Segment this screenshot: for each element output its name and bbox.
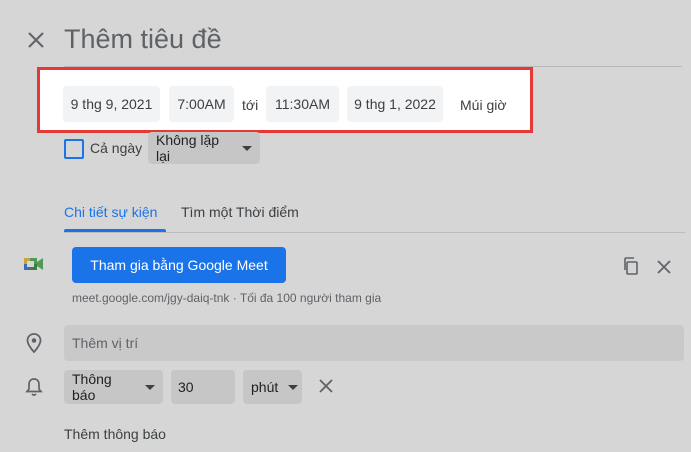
notification-unit-value: phút <box>251 379 279 395</box>
notification-type-dropdown[interactable]: Thông báo <box>64 370 163 404</box>
start-time-chip[interactable]: 7:00AM <box>169 86 234 122</box>
close-button[interactable] <box>22 26 50 54</box>
start-date-chip[interactable]: 9 thg 9, 2021 <box>63 86 160 122</box>
google-meet-icon <box>24 258 43 270</box>
all-day-checkbox[interactable] <box>64 139 84 159</box>
chevron-down-icon <box>242 145 252 151</box>
close-icon <box>28 32 44 48</box>
remove-meet-icon[interactable] <box>656 259 672 275</box>
bell-icon <box>25 378 43 396</box>
join-google-meet-button[interactable]: Tham gia bằng Google Meet <box>72 247 286 283</box>
chevron-down-icon <box>288 384 299 390</box>
all-day-label: Cả ngày <box>90 140 143 156</box>
add-notification-link[interactable]: Thêm thông báo <box>64 426 166 442</box>
end-time-chip[interactable]: 11:30AM <box>266 86 339 122</box>
repeat-dropdown[interactable]: Không lặp lại <box>148 132 260 164</box>
event-title-input[interactable]: Thêm tiêu đề <box>64 24 222 55</box>
end-date-chip[interactable]: 9 thg 1, 2022 <box>347 86 443 122</box>
timezone-link[interactable]: Múi giờ <box>460 97 507 113</box>
location-input[interactable]: Thêm vị trí <box>64 325 684 361</box>
tab-find-time[interactable]: Tìm một Thời điểm <box>181 204 299 220</box>
notification-amount-input[interactable]: 30 <box>171 370 235 404</box>
chevron-down-icon <box>145 384 155 390</box>
tab-event-details[interactable]: Chi tiết sự kiện <box>64 204 157 220</box>
repeat-value: Không lặp lại <box>156 132 220 164</box>
meet-link-text: meet.google.com/jgy-daiq-tnk · Tối đa 10… <box>72 291 382 305</box>
tab-divider <box>64 232 685 233</box>
remove-notification-icon[interactable] <box>318 378 334 394</box>
copy-icon[interactable] <box>622 257 640 275</box>
notification-unit-dropdown[interactable]: phút <box>243 370 302 404</box>
location-pin-icon <box>26 333 42 353</box>
date-separator: tới <box>242 97 259 113</box>
notification-type-value: Thông báo <box>72 371 112 403</box>
